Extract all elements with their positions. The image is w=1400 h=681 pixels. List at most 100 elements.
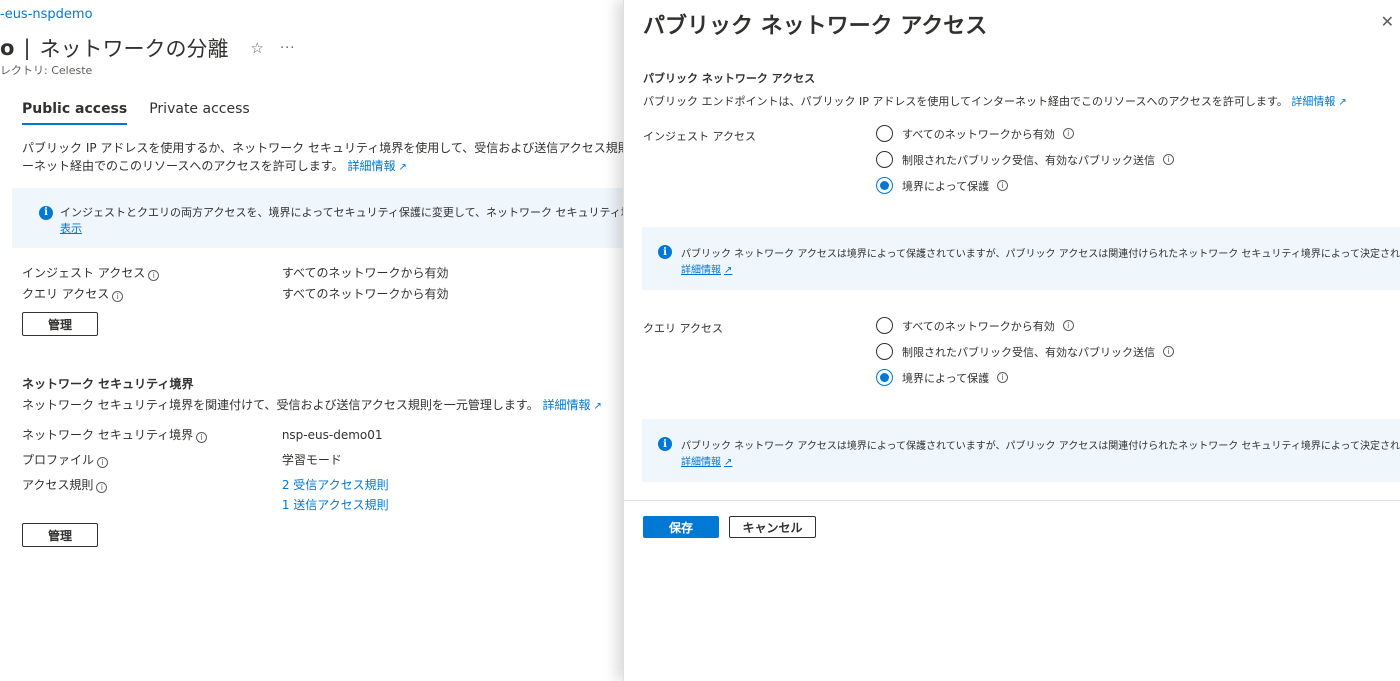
manage-access-button[interactable]: 管理: [22, 312, 98, 336]
radio-label: 制限されたパブリック受信、有効なパブリック送信: [902, 345, 1155, 359]
query-access-row: クエリ アクセス i すべてのネットワークから有効: [22, 285, 449, 302]
radio-unselected-icon[interactable]: [876, 151, 893, 168]
query-access-radio-group: すべてのネットワークから有効 i 制限されたパブリック受信、有効なパブリック送信…: [876, 314, 1174, 392]
info-tooltip-icon[interactable]: i: [997, 372, 1009, 383]
panel-title: パブリック ネットワーク アクセス: [643, 14, 988, 39]
query-access-field-label: クエリ アクセス: [643, 322, 723, 335]
nsp-learn-more-link[interactable]: 詳細情報: [543, 398, 591, 412]
page-title: ネットワークの分離: [39, 37, 229, 61]
ingest-access-field-label: インジェスト アクセス: [643, 130, 756, 143]
info-tooltip-icon[interactable]: i: [97, 457, 109, 468]
outbound-rules-link[interactable]: 1 送信アクセス規則: [282, 498, 389, 512]
tab-private-access[interactable]: Private access: [149, 101, 249, 125]
info-tooltip-icon[interactable]: i: [112, 291, 124, 302]
info-tooltip-icon[interactable]: i: [1062, 128, 1074, 139]
resource-name: o: [0, 36, 15, 60]
radio-label: すべてのネットワークから有効: [902, 127, 1055, 141]
title-separator: |: [23, 36, 31, 60]
external-link-icon: ↗: [724, 265, 733, 276]
manage-nsp-button[interactable]: 管理: [22, 523, 98, 547]
nsp-heading: ネットワーク セキュリティ境界: [22, 377, 194, 391]
radio-unselected-icon[interactable]: [876, 343, 893, 360]
radio-unselected-icon[interactable]: [876, 125, 893, 142]
radio-label: 制限されたパブリック受信、有効なパブリック送信: [902, 153, 1155, 167]
profile-row: プロファイル i 学習モード: [22, 451, 342, 468]
ingest-access-row: インジェスト アクセス i すべてのネットワークから有効: [22, 264, 449, 281]
ingest-info-link-text[interactable]: 詳細情報: [681, 265, 721, 276]
radio-label: 境界によって保護: [902, 371, 990, 385]
query-info-link[interactable]: 詳細情報 ↗: [681, 453, 732, 468]
nsp-label: ネットワーク セキュリティ境界: [22, 428, 194, 442]
ingest-info-text: パブリック ネットワーク アクセスは境界によって保護されていますが、パブリック …: [681, 249, 1400, 260]
ingest-option-restricted[interactable]: 制限されたパブリック受信、有効なパブリック送信 i: [876, 148, 1174, 171]
query-info-link-text[interactable]: 詳細情報: [681, 457, 721, 468]
outbound-rules-row: 1 送信アクセス規則: [22, 496, 389, 513]
access-rules-label: アクセス規則: [22, 478, 94, 492]
info-tooltip-icon[interactable]: i: [997, 180, 1009, 191]
info-icon: i: [39, 206, 53, 220]
page-title-row: o | ネットワークの分離 ☆ ···: [0, 33, 295, 63]
nsp-row: ネットワーク セキュリティ境界 i nsp-eus-demo01: [22, 426, 383, 443]
nsp-label-wrap: ネットワーク セキュリティ境界 i: [22, 426, 278, 443]
favorite-star-icon[interactable]: ☆: [251, 39, 264, 57]
description-line-2-text: ーネット経由でのこのリソースへのアクセスを許可します。: [22, 159, 344, 173]
inbound-rules-link[interactable]: 2 受信アクセス規則: [282, 478, 389, 492]
learn-more-link[interactable]: 詳細情報: [347, 159, 395, 173]
external-link-icon: ↗: [593, 401, 602, 412]
nsp-description: ネットワーク セキュリティ境界を関連付けて、受信および送信アクセス規則を一元管理…: [22, 396, 602, 413]
tab-bar: Public access Private access: [22, 101, 250, 125]
close-icon[interactable]: ✕: [1381, 12, 1394, 31]
query-info-text: パブリック ネットワーク アクセスは境界によって保護されていますが、パブリック …: [681, 441, 1400, 452]
external-link-icon: ↗: [724, 457, 733, 468]
ingest-access-value: すべてのネットワークから有効: [281, 266, 449, 280]
ingest-info-banner: i パブリック ネットワーク アクセスは境界によって保護されていますが、パブリッ…: [642, 227, 1400, 290]
ingest-option-all-networks[interactable]: すべてのネットワークから有効 i: [876, 122, 1174, 145]
radio-label: すべてのネットワークから有効: [902, 319, 1055, 333]
public-network-access-panel: パブリック ネットワーク アクセス ✕ パブリック ネットワーク アクセス パブ…: [623, 0, 1400, 681]
external-link-icon: ↗: [398, 162, 407, 173]
info-banner-link[interactable]: 表示: [60, 221, 82, 237]
radio-unselected-icon[interactable]: [876, 317, 893, 334]
ingest-info-link[interactable]: 詳細情報 ↗: [681, 261, 732, 276]
info-tooltip-icon[interactable]: i: [1062, 320, 1074, 331]
panel-section-heading: パブリック ネットワーク アクセス: [643, 72, 816, 85]
profile-value: 学習モード: [281, 453, 342, 467]
query-access-value: すべてのネットワークから有効: [281, 287, 449, 301]
radio-label: 境界によって保護: [902, 179, 990, 193]
query-access-label-wrap: クエリ アクセス i: [22, 285, 278, 302]
ingest-access-label: インジェスト アクセス: [22, 266, 146, 280]
info-tooltip-icon[interactable]: i: [96, 482, 108, 493]
cancel-button[interactable]: キャンセル: [729, 516, 816, 538]
footer-divider: [624, 500, 1400, 501]
directory-subtitle: レクトリ: Celeste: [0, 64, 93, 77]
nsp-value: nsp-eus-demo01: [281, 428, 383, 442]
description-line-2: ーネット経由でのこのリソースへのアクセスを許可します。 詳細情報 ↗: [22, 157, 623, 177]
panel-learn-more-link[interactable]: 詳細情報: [1291, 95, 1335, 108]
radio-selected-icon[interactable]: [876, 177, 893, 194]
ingest-option-perimeter[interactable]: 境界によって保護 i: [876, 174, 1174, 197]
access-rules-label-wrap: アクセス規則 i: [22, 476, 278, 493]
info-tooltip-icon[interactable]: i: [1163, 346, 1174, 357]
more-options-icon[interactable]: ···: [280, 41, 295, 56]
panel-section-description-text: パブリック エンドポイントは、パブリック IP アドレスを使用してインターネット…: [643, 95, 1288, 108]
info-icon: i: [658, 245, 672, 259]
save-button[interactable]: 保存: [643, 516, 719, 538]
ingest-access-label-wrap: インジェスト アクセス i: [22, 264, 278, 281]
info-tooltip-icon[interactable]: i: [148, 270, 160, 281]
radio-selected-icon[interactable]: [876, 369, 893, 386]
query-option-restricted[interactable]: 制限されたパブリック受信、有効なパブリック送信 i: [876, 340, 1174, 363]
info-tooltip-icon[interactable]: i: [1163, 154, 1174, 165]
breadcrumb[interactable]: -eus-nspdemo: [0, 7, 93, 22]
ingest-access-radio-group: すべてのネットワークから有効 i 制限されたパブリック受信、有効なパブリック送信…: [876, 122, 1174, 200]
profile-label-wrap: プロファイル i: [22, 451, 278, 468]
public-access-description: パブリック IP アドレスを使用するか、ネットワーク セキュリティ境界を使用して…: [22, 139, 623, 177]
profile-label: プロファイル: [22, 453, 95, 467]
tab-public-access[interactable]: Public access: [22, 101, 128, 125]
background-page: -eus-nspdemo o | ネットワークの分離 ☆ ··· レクトリ: C…: [0, 0, 623, 681]
info-banner-text: インジェストとクエリの両方アクセスを、境界によってセキュリティ保護に変更して、ネ…: [60, 206, 623, 219]
query-option-all-networks[interactable]: すべてのネットワークから有効 i: [876, 314, 1174, 337]
info-tooltip-icon[interactable]: i: [196, 432, 208, 443]
query-option-perimeter[interactable]: 境界によって保護 i: [876, 366, 1174, 389]
query-info-banner: i パブリック ネットワーク アクセスは境界によって保護されていますが、パブリッ…: [642, 419, 1400, 482]
info-banner: i インジェストとクエリの両方アクセスを、境界によってセキュリティ保護に変更して…: [12, 188, 623, 248]
